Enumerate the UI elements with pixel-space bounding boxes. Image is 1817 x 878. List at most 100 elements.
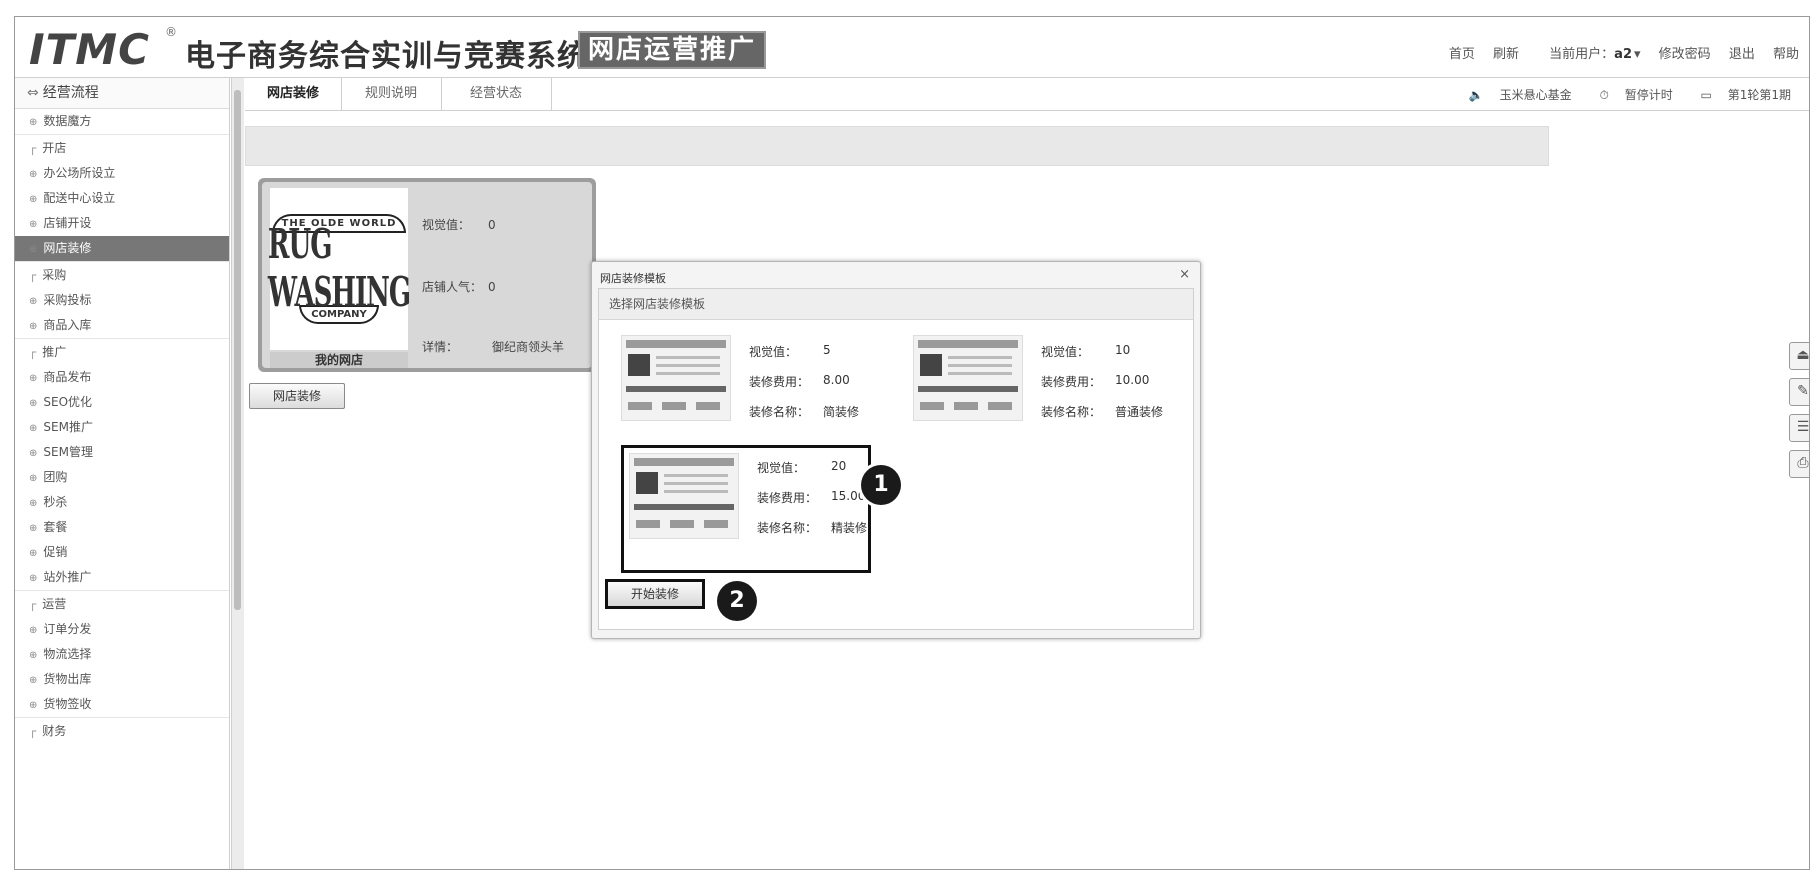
tab-rules[interactable]: 规则说明 bbox=[341, 78, 442, 110]
edit-icon[interactable]: ✎ bbox=[1789, 378, 1809, 406]
sidebar-item[interactable]: ⊕ 配送中心设立 bbox=[15, 186, 229, 211]
expand-icon: ⊕ bbox=[29, 219, 38, 230]
store-popularity: 店铺人气： 0 bbox=[422, 280, 496, 294]
sidebar-item-label: 数据魔方 bbox=[43, 114, 92, 128]
sidebar-item[interactable]: ⊕ 套餐 bbox=[15, 515, 229, 540]
sidebar-item[interactable]: ⊕ 网店装修 bbox=[15, 236, 229, 261]
sidebar-item[interactable]: ⊕ 数据魔方 bbox=[15, 109, 229, 134]
sidebar-item[interactable]: ⊕ SEO优化 bbox=[15, 390, 229, 415]
sidebar-item-label: 订单分发 bbox=[43, 622, 92, 636]
sidebar-item-label: 货物签收 bbox=[43, 697, 92, 711]
sidebar-item-label: SEO优化 bbox=[43, 395, 93, 409]
chevron-down-icon[interactable]: ▾ bbox=[1634, 47, 1641, 62]
template-option-fine[interactable]: 视觉值： 20 装修费用： 15.00 装修名称： 精装修 bbox=[629, 453, 881, 545]
folder-icon[interactable]: ⏏ bbox=[1789, 342, 1809, 370]
store-logo: THE OLDE WORLD RUG WASHING COMPANY bbox=[267, 188, 411, 350]
sidebar-header-label: 经营流程 bbox=[42, 85, 99, 101]
toolbar-strip bbox=[245, 126, 1549, 166]
tree-branch-icon: ┌ bbox=[29, 345, 37, 359]
store-decorate-button[interactable]: 网店装修 bbox=[249, 383, 345, 409]
sidebar-header[interactable]: ⇔ 经营流程 bbox=[15, 78, 229, 109]
template-visual: 视觉值： 10 bbox=[1041, 343, 1131, 359]
expand-icon: ⊕ bbox=[29, 117, 38, 128]
sidebar-group[interactable]: ┌ 采购 bbox=[15, 261, 229, 288]
print-icon[interactable]: ⎙ bbox=[1789, 450, 1809, 478]
sidebar-item[interactable]: ⊕ SEM管理 bbox=[15, 440, 229, 465]
expand-icon: ⊕ bbox=[29, 650, 38, 661]
expand-icon: ⊕ bbox=[29, 498, 38, 509]
close-icon[interactable]: × bbox=[1179, 267, 1190, 282]
list-icon[interactable]: ☰ bbox=[1789, 414, 1809, 442]
logout-link[interactable]: 退出 bbox=[1729, 47, 1755, 62]
tree-branch-icon: ┌ bbox=[29, 141, 37, 155]
sidebar-scrollbar[interactable] bbox=[231, 78, 244, 869]
fund-status: 🔈 玉米悬心基金 bbox=[1468, 88, 1572, 102]
sidebar-item-label: SEM管理 bbox=[43, 445, 93, 459]
sidebar-item-label: 团购 bbox=[43, 470, 68, 484]
sidebar-item-label: 网店装修 bbox=[43, 241, 92, 255]
status-bar: 🔈 玉米悬心基金 ⏱ 暂停计时 ▭ 第1轮第1期 bbox=[1445, 86, 1791, 103]
home-link[interactable]: 首页 bbox=[1449, 47, 1475, 62]
collapse-icon[interactable]: ⇔ bbox=[27, 85, 39, 101]
sidebar-item[interactable]: ⊕ SEM推广 bbox=[15, 415, 229, 440]
sidebar-item[interactable]: ⊕ 商品发布 bbox=[15, 365, 229, 390]
sidebar-group[interactable]: ┌ 开店 bbox=[15, 134, 229, 161]
sidebar-group[interactable]: ┌ 财务 bbox=[15, 717, 229, 744]
clock-icon: ⏱ bbox=[1599, 88, 1609, 102]
sidebar-item[interactable]: ⊕ 站外推广 bbox=[15, 565, 229, 590]
sidebar-item[interactable]: ⊕ 促销 bbox=[15, 540, 229, 565]
scrollbar-thumb[interactable] bbox=[234, 90, 241, 610]
template-thumbnail[interactable] bbox=[629, 453, 739, 539]
timer-status[interactable]: ⏱ 暂停计时 bbox=[1588, 88, 1673, 102]
sidebar-item-label: 财务 bbox=[42, 724, 67, 738]
sidebar-item[interactable]: ⊕ 办公场所设立 bbox=[15, 161, 229, 186]
template-option-normal[interactable]: 视觉值： 10 装修费用： 10.00 装修名称： 普通装修 bbox=[913, 335, 1183, 427]
expand-icon: ⊕ bbox=[29, 625, 38, 636]
store-card: THE OLDE WORLD RUG WASHING COMPANY 我的网店 … bbox=[258, 178, 596, 372]
sidebar-item-label: 采购投标 bbox=[43, 293, 92, 307]
template-name: 装修名称： 简装修 bbox=[749, 405, 860, 419]
period-status: ▭ 第1轮第1期 bbox=[1700, 88, 1791, 102]
sidebar-list: ⊕ 数据魔方 ┌ 开店 ⊕ 办公场所设立 ⊕ 配送中心设立 ⊕ 店铺开设 ⊕ 网店装修 ┌ 采购 ⊕ 采购投标… bbox=[15, 109, 229, 744]
sidebar-item[interactable]: ⊕ 采购投标 bbox=[15, 288, 229, 313]
expand-icon: ⊕ bbox=[29, 448, 38, 459]
sidebar-item-label: 秒杀 bbox=[43, 495, 68, 509]
system-title: 电子商务综合实训与竞赛系统 bbox=[185, 39, 588, 74]
expand-icon: ⊕ bbox=[29, 523, 38, 534]
refresh-link[interactable]: 刷新 bbox=[1493, 47, 1519, 62]
start-decoration-button[interactable]: 开始装修 bbox=[605, 579, 705, 609]
expand-icon: ⊕ bbox=[29, 194, 38, 205]
speaker-icon: 🔈 bbox=[1468, 88, 1484, 102]
sidebar-group[interactable]: ┌ 推广 bbox=[15, 338, 229, 365]
help-link[interactable]: 帮助 bbox=[1773, 47, 1799, 62]
sidebar-item[interactable]: ⊕ 团购 bbox=[15, 465, 229, 490]
sidebar-item[interactable]: ⊕ 货物出库 bbox=[15, 667, 229, 692]
sidebar-item[interactable]: ⊕ 物流选择 bbox=[15, 642, 229, 667]
template-visual: 视觉值： 5 bbox=[749, 343, 831, 359]
expand-icon: ⊕ bbox=[29, 700, 38, 711]
template-thumbnail[interactable] bbox=[621, 335, 731, 421]
top-header: ITMC ® 电子商务综合实训与竞赛系统 网店运营推广 首页 刷新 当前用户：a… bbox=[15, 17, 1809, 78]
sidebar-item-label: 采购 bbox=[42, 268, 67, 282]
sidebar-item-label: 套餐 bbox=[43, 520, 68, 534]
sidebar-item[interactable]: ⊕ 商品入库 bbox=[15, 313, 229, 338]
template-thumbnail[interactable] bbox=[913, 335, 1023, 421]
logo-main-text: RUG WASHING bbox=[267, 221, 411, 317]
sidebar-item-label: 商品入库 bbox=[43, 318, 92, 332]
sidebar-item[interactable]: ⊕ 货物签收 bbox=[15, 692, 229, 717]
expand-icon: ⊕ bbox=[29, 373, 38, 384]
expand-icon: ⊕ bbox=[29, 423, 38, 434]
sidebar-item[interactable]: ⊕ 订单分发 bbox=[15, 617, 229, 642]
sidebar-group[interactable]: ┌ 运营 bbox=[15, 590, 229, 617]
sidebar-item[interactable]: ⊕ 秒杀 bbox=[15, 490, 229, 515]
current-user-label: 当前用户： bbox=[1549, 47, 1615, 62]
sidebar-item-label: 运营 bbox=[42, 597, 67, 611]
sidebar-item[interactable]: ⊕ 店铺开设 bbox=[15, 211, 229, 236]
tab-business-status[interactable]: 经营状态 bbox=[441, 78, 552, 110]
dialog-subtitle: 选择网店装修模板 bbox=[599, 289, 1193, 320]
change-password-link[interactable]: 修改密码 bbox=[1659, 47, 1711, 62]
sidebar-item-label: 开店 bbox=[42, 141, 67, 155]
tab-store-decoration[interactable]: 网店装修 bbox=[245, 78, 342, 110]
template-option-simple[interactable]: 视觉值： 5 装修费用： 8.00 装修名称： 简装修 bbox=[621, 335, 873, 427]
current-user-name: a2 bbox=[1614, 47, 1632, 62]
